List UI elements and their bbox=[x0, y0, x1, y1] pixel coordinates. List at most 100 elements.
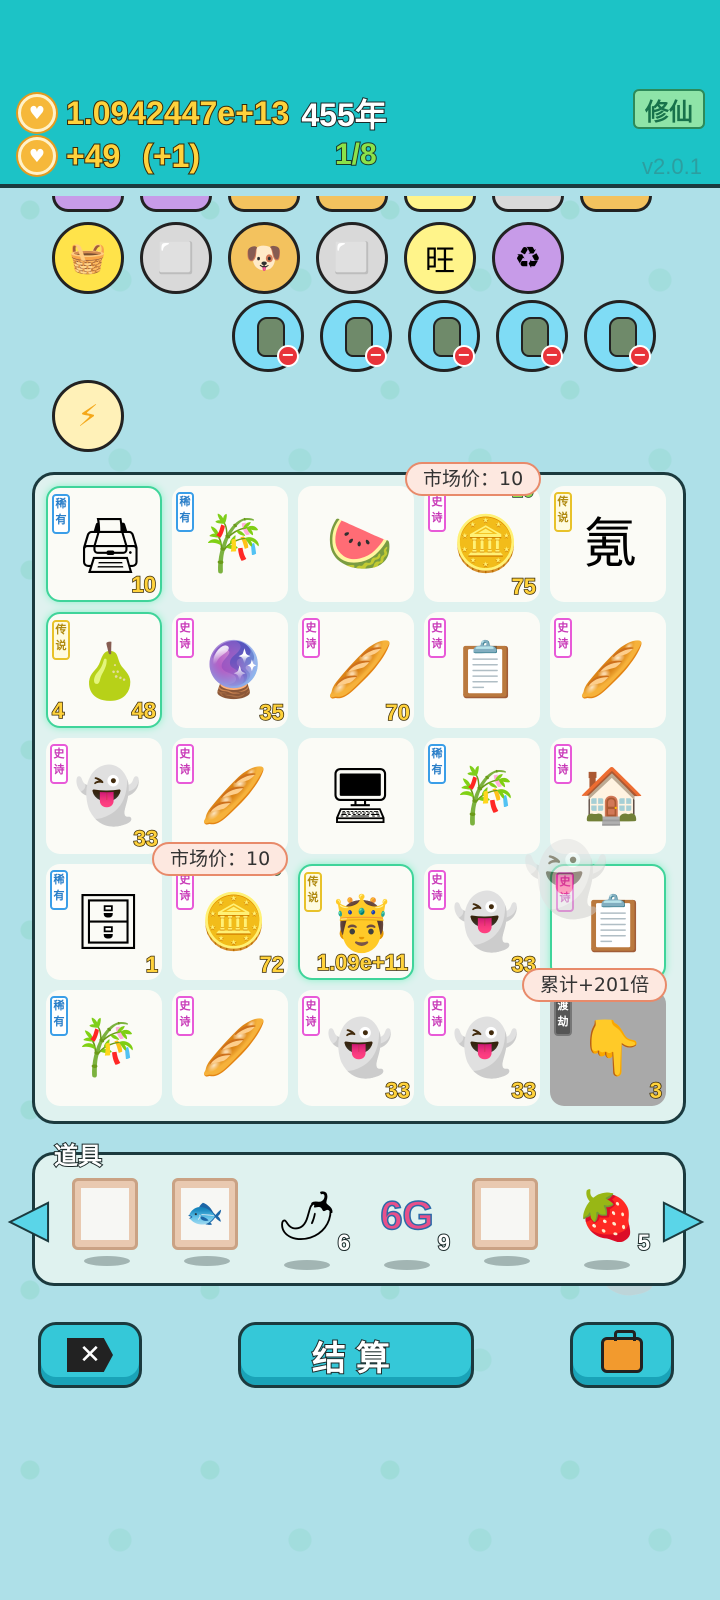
crown-pear-icon: 🍐 bbox=[76, 640, 144, 703]
years-counter: 455年 bbox=[300, 96, 387, 134]
income-bonus: (+1) bbox=[141, 137, 201, 175]
money-bag-icon[interactable]: − bbox=[408, 300, 480, 372]
rarity-tag: 史诗 bbox=[176, 870, 194, 910]
ghost-icon: 👻 bbox=[452, 1016, 520, 1079]
bamboo-icon: 🎋 bbox=[452, 764, 520, 827]
grid-cell[interactable]: 史诗 📋 bbox=[424, 612, 540, 728]
grid-cell[interactable]: 史诗 🥖 bbox=[172, 738, 288, 854]
grid-cell[interactable]: 稀有 🎋 bbox=[424, 738, 540, 854]
6g-icon: 6G bbox=[380, 1193, 435, 1239]
fruit-basket-icon[interactable]: 🧺 bbox=[52, 222, 124, 294]
xiuxian-button[interactable]: 修仙 bbox=[633, 89, 705, 129]
rarity-tag: 传说 bbox=[304, 872, 322, 912]
wang-icon[interactable]: 旺 bbox=[404, 222, 476, 294]
grid-cell[interactable]: 稀有 🗄 1 bbox=[46, 864, 162, 980]
money-bag-icon[interactable]: − bbox=[320, 300, 392, 372]
twin-dogs-icon[interactable]: 🐶 bbox=[228, 222, 300, 294]
settle-label: 结算 bbox=[311, 1338, 400, 1380]
cancel-button[interactable]: ✕ bbox=[38, 1322, 142, 1388]
grid-cell[interactable]: 史诗 👻 33 bbox=[424, 990, 540, 1106]
effect-icon-partial[interactable] bbox=[52, 196, 124, 212]
item-value: 75 bbox=[511, 573, 537, 600]
effect-icon-partial[interactable] bbox=[492, 196, 564, 212]
rarity-tag: 史诗 bbox=[554, 744, 572, 784]
koi-fish-icon: 🐟 bbox=[181, 1188, 229, 1240]
rarity-tag: 史诗 bbox=[428, 618, 446, 658]
grid-cell[interactable]: 渡劫 👇 3 bbox=[550, 990, 666, 1106]
grid-cell[interactable]: 稀有 🖨 10 bbox=[46, 486, 162, 602]
remove-icon[interactable]: − bbox=[365, 345, 387, 367]
rarity-tag: 史诗 bbox=[428, 996, 446, 1036]
rarity-tag: 稀有 bbox=[428, 744, 446, 784]
grid-cell[interactable]: 🍉 bbox=[298, 486, 414, 602]
grid-cell[interactable]: 史诗 🏠 bbox=[550, 738, 666, 854]
straw-icon: 🥖 bbox=[200, 1016, 268, 1079]
effect-icon-partial[interactable] bbox=[228, 196, 300, 212]
heart-coin-icon: ♥ bbox=[18, 94, 56, 132]
grid-cell[interactable]: 稀有 🎋 bbox=[46, 990, 162, 1106]
items-next-arrow-icon[interactable]: ▶ bbox=[663, 1186, 703, 1250]
effect-icon-partial[interactable] bbox=[580, 196, 652, 212]
remove-icon[interactable]: − bbox=[541, 345, 563, 367]
grid-cell[interactable]: 史诗 🥖 70 bbox=[298, 612, 414, 728]
briefcase-icon bbox=[601, 1330, 643, 1373]
grid-cell[interactable]: 史诗🪙7210 bbox=[172, 857, 288, 980]
item-slot[interactable]: 6G 9 bbox=[372, 1178, 451, 1274]
money-bag-icon[interactable]: − bbox=[496, 300, 568, 372]
effect-icon-partial[interactable] bbox=[404, 196, 476, 212]
money-bag-icon[interactable]: − bbox=[584, 300, 656, 372]
item-quantity: 9 bbox=[437, 1229, 451, 1256]
grid-cell[interactable]: 稀有 🎋 bbox=[172, 486, 288, 602]
grid-cell[interactable]: 传说 🍐 48 4 bbox=[46, 612, 162, 728]
item-value: 33 bbox=[511, 1077, 537, 1104]
recycle-icon[interactable]: ♻ bbox=[492, 222, 564, 294]
rarity-tag: 稀有 bbox=[50, 870, 68, 910]
item-shadow bbox=[84, 1256, 130, 1266]
rarity-tag: 史诗 bbox=[176, 744, 194, 784]
tofu-icon[interactable]: ⬜ bbox=[316, 222, 388, 294]
grid-cell[interactable]: 史诗 🥖 bbox=[550, 612, 666, 728]
item-slot[interactable] bbox=[72, 1178, 142, 1274]
tofu-icon[interactable]: ⬜ bbox=[140, 222, 212, 294]
coin-pizza-icon: 🪙 bbox=[200, 890, 268, 953]
effect-icon-partial[interactable] bbox=[140, 196, 212, 212]
money-bag-icon[interactable]: − bbox=[232, 300, 304, 372]
item-value: 1.09e+11 bbox=[316, 949, 409, 976]
effect-icon-partial[interactable] bbox=[316, 196, 388, 212]
lightning-icon[interactable]: ⚡ bbox=[52, 380, 124, 452]
remove-icon[interactable]: − bbox=[629, 345, 651, 367]
grid-cell[interactable]: 史诗 🔮 35 bbox=[172, 612, 288, 728]
rarity-tag: 史诗 bbox=[50, 744, 68, 784]
grid-cell[interactable]: 🖥 bbox=[298, 738, 414, 854]
item-slot[interactable]: 🌶 6 bbox=[272, 1178, 351, 1274]
rarity-tag: 传说 bbox=[52, 620, 70, 660]
item-slot[interactable]: 🍓 5 bbox=[572, 1178, 651, 1274]
inventory-button[interactable] bbox=[570, 1322, 674, 1388]
empty-frame-icon bbox=[81, 1188, 129, 1240]
item-value: 48 bbox=[131, 697, 157, 724]
grid-cell[interactable]: 传说氪 bbox=[550, 486, 666, 602]
items-prev-arrow-icon[interactable]: ◀ bbox=[9, 1186, 49, 1250]
coin-total: 1.0942447e+13 bbox=[65, 94, 290, 132]
grid-cell[interactable]: 史诗 👻 33 bbox=[298, 990, 414, 1106]
grid-cell[interactable]: 史诗🪙7510 bbox=[424, 479, 540, 602]
settle-button[interactable]: 结算 bbox=[238, 1322, 474, 1388]
remove-icon[interactable]: − bbox=[453, 345, 475, 367]
item-slot[interactable]: 🐟 bbox=[172, 1178, 242, 1274]
rarity-tag: 稀有 bbox=[50, 996, 68, 1036]
watermelon-icon: 🍉 bbox=[326, 512, 394, 575]
house-icon: 🏠 bbox=[578, 764, 646, 827]
capsule-toy-icon: 🔮 bbox=[200, 638, 268, 701]
grid-cell[interactable]: 史诗 👻 33 bbox=[46, 738, 162, 854]
effect-glyph: ⬜ bbox=[157, 240, 195, 276]
market-price-tooltip: 市场价：10 bbox=[405, 462, 542, 496]
grid-cell[interactable]: 传说 🤴 1.09e+11 bbox=[298, 864, 414, 980]
item-shadow bbox=[184, 1256, 230, 1266]
item-value: 10 bbox=[131, 571, 157, 598]
item-value: 70 bbox=[385, 699, 411, 726]
grid-cell[interactable]: 史诗 🥖 bbox=[172, 990, 288, 1106]
item-slot[interactable] bbox=[472, 1178, 542, 1274]
rarity-tag: 史诗 bbox=[302, 996, 320, 1036]
remove-icon[interactable]: − bbox=[277, 345, 299, 367]
effect-glyph: 旺 bbox=[425, 244, 455, 279]
